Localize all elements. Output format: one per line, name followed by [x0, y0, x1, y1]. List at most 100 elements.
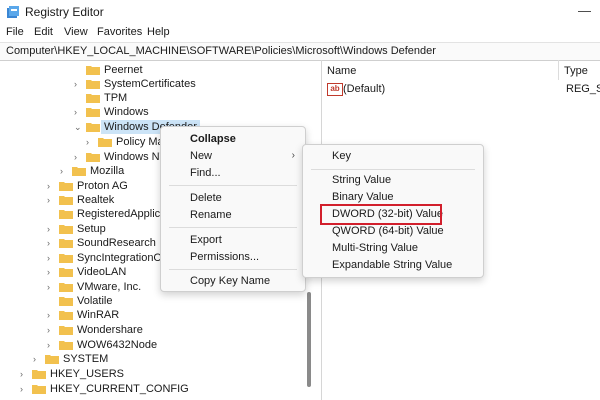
chevron-right-icon[interactable]: ›	[20, 367, 30, 381]
tree-item-label: RegisteredApplicat	[77, 208, 170, 220]
dword-highlight-box	[320, 204, 442, 225]
chevron-right-icon[interactable]: ›	[60, 164, 70, 178]
chevron-right-icon[interactable]: ›	[47, 265, 57, 279]
title-bar: Registry Editor —	[0, 0, 600, 24]
tree-item-label: Volatile	[77, 295, 113, 307]
chevron-right-icon[interactable]: ›	[47, 193, 57, 207]
menu-item-new[interactable]: New ›	[161, 147, 305, 165]
chevron-right-icon[interactable]: ›	[47, 308, 57, 322]
tree-item-label: SystemCertificates	[104, 78, 196, 90]
folder-icon	[86, 79, 100, 89]
menu-view[interactable]: View	[64, 26, 88, 38]
registry-editor-icon	[6, 5, 20, 19]
value-row[interactable]: ab (Default) REG_SZ	[327, 82, 600, 96]
tree-item-label: Setup	[77, 223, 106, 235]
folder-icon	[59, 209, 73, 219]
tree-item-label: HKEY_CURRENT_CONFIG	[50, 383, 189, 395]
tree-item-label: Windows NT	[104, 151, 167, 163]
folder-icon	[86, 122, 100, 132]
scrollbar-thumb[interactable]	[307, 292, 311, 387]
tree-item-label: Peernet	[104, 64, 143, 76]
menu-help[interactable]: Help	[147, 26, 170, 38]
string-value-icon: ab	[327, 83, 343, 96]
menu-edit[interactable]: Edit	[34, 26, 53, 38]
chevron-right-icon[interactable]: ›	[74, 105, 84, 119]
folder-icon	[59, 181, 73, 191]
chevron-right-icon[interactable]: ›	[86, 135, 96, 149]
address-bar[interactable]: Computer\HKEY_LOCAL_MACHINE\SOFTWARE\Pol…	[0, 42, 600, 61]
menu-separator	[169, 269, 297, 270]
folder-icon	[59, 238, 73, 248]
tree-item-label: Wondershare	[77, 324, 143, 336]
tree-item-label: Mozilla	[90, 165, 125, 177]
value-type: REG_SZ	[566, 83, 600, 95]
folder-icon	[59, 296, 73, 306]
menu-bar: File Edit View Favorites Help	[0, 25, 600, 41]
minimize-button[interactable]: —	[578, 3, 591, 18]
menu-item-collapse[interactable]: Collapse	[161, 130, 305, 148]
tree-item-label: SoundResearch	[77, 237, 156, 249]
folder-icon	[59, 224, 73, 234]
folder-icon	[59, 195, 73, 205]
tree-item-label: SyncIntegrationClie	[77, 252, 173, 264]
chevron-right-icon[interactable]: ›	[47, 338, 57, 352]
chevron-right-icon[interactable]: ›	[33, 352, 43, 366]
folder-icon	[59, 267, 73, 277]
chevron-right-icon[interactable]: ›	[47, 251, 57, 265]
submenu-item-string-value[interactable]: String Value	[303, 171, 483, 189]
menu-item-copy-key-name[interactable]: Copy Key Name	[161, 272, 305, 290]
column-header-type[interactable]: Type	[564, 65, 588, 77]
submenu-item-key[interactable]: Key	[303, 147, 483, 165]
tree-item-label: Realtek	[77, 194, 115, 206]
tree-item-label: VMware, Inc.	[77, 281, 142, 293]
submenu-item-expandable-string-value[interactable]: Expandable String Value	[303, 256, 483, 274]
value-name: (Default)	[343, 83, 386, 95]
menu-item-export[interactable]: Export	[161, 231, 305, 249]
tree-item-label: WOW6432Node	[77, 339, 158, 351]
chevron-down-icon[interactable]: ⌄	[74, 120, 84, 134]
folder-icon	[32, 369, 46, 379]
folder-icon	[45, 354, 59, 364]
window-title: Registry Editor	[25, 5, 104, 19]
menu-file[interactable]: File	[6, 26, 24, 38]
menu-item-rename[interactable]: Rename	[161, 206, 305, 224]
menu-item-find[interactable]: Find...	[161, 164, 305, 182]
tree-item-label: Windows	[104, 106, 149, 118]
folder-icon	[59, 253, 73, 263]
context-menu: Collapse New › Find... Delete Rename Expo…	[160, 126, 306, 292]
folder-icon	[86, 65, 100, 75]
address-path: Computer\HKEY_LOCAL_MACHINE\SOFTWARE\Pol…	[6, 45, 436, 57]
folder-icon	[59, 325, 73, 335]
folder-icon	[98, 137, 112, 147]
folder-icon	[86, 107, 100, 117]
chevron-right-icon[interactable]: ›	[74, 150, 84, 164]
folder-icon	[59, 282, 73, 292]
tree-item-label: WinRAR	[77, 309, 120, 321]
chevron-right-icon[interactable]: ›	[47, 236, 57, 250]
tree-item-label: SYSTEM	[63, 353, 109, 365]
chevron-right-icon[interactable]: ›	[47, 323, 57, 337]
menu-separator	[169, 227, 297, 228]
menu-separator	[311, 169, 475, 170]
tree-item-label: TPM	[104, 92, 128, 104]
folder-icon	[86, 152, 100, 162]
menu-separator	[169, 185, 297, 186]
chevron-right-icon[interactable]: ›	[47, 222, 57, 236]
folder-icon	[32, 384, 46, 394]
menu-item-permissions[interactable]: Permissions...	[161, 248, 305, 266]
chevron-right-icon: ›	[291, 150, 295, 161]
tree-item-label: HKEY_USERS	[50, 368, 124, 380]
tree-item-label: VideoLAN	[77, 266, 127, 278]
chevron-right-icon[interactable]: ›	[20, 382, 30, 396]
column-divider[interactable]	[558, 60, 559, 80]
folder-icon	[86, 93, 100, 103]
column-header-name[interactable]: Name	[327, 65, 356, 77]
submenu-item-multi-string-value[interactable]: Multi-String Value	[303, 239, 483, 257]
folder-icon	[59, 340, 73, 350]
menu-favorites[interactable]: Favorites	[97, 26, 142, 38]
menu-item-delete[interactable]: Delete	[161, 189, 305, 207]
chevron-right-icon[interactable]: ›	[47, 179, 57, 193]
chevron-right-icon[interactable]: ›	[74, 77, 84, 91]
chevron-right-icon[interactable]: ›	[47, 280, 57, 294]
folder-icon	[72, 166, 86, 176]
